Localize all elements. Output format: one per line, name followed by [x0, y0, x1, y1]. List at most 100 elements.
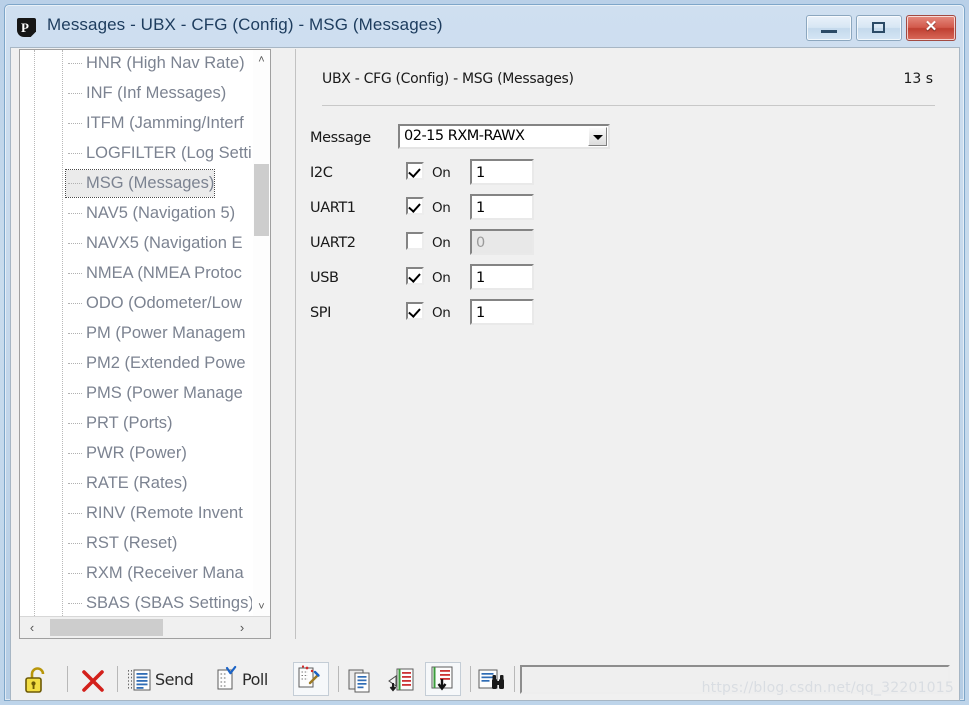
clear-button[interactable]	[77, 663, 109, 697]
tree-item-label: PWR (Power)	[86, 444, 187, 462]
minimize-button[interactable]	[806, 15, 852, 41]
tree-item[interactable]: RINV (Remote Invent	[66, 500, 243, 527]
tree-item[interactable]: HNR (High Nav Rate)	[66, 50, 245, 77]
scroll-up-icon[interactable]: ˄	[253, 52, 270, 69]
panel-divider	[322, 105, 935, 106]
port-row: SPI On	[310, 299, 943, 334]
tree-item[interactable]: ITFM (Jamming/Interf	[66, 110, 244, 137]
tree-branch-icon	[68, 303, 82, 304]
close-icon: ✕	[924, 18, 938, 35]
tree-item-label: RINV (Remote Invent	[86, 504, 243, 522]
export-list-button[interactable]	[425, 662, 461, 696]
tree-item-label: ITFM (Jamming/Interf	[86, 114, 244, 132]
message-select[interactable]: 02-15 RXM-RAWX	[398, 124, 610, 149]
port-rate-input[interactable]	[470, 299, 534, 325]
tree-item[interactable]: PMS (Power Manage	[66, 380, 243, 407]
import-list-button[interactable]	[385, 663, 417, 697]
horizontal-scroll-thumb[interactable]	[50, 619, 163, 636]
scroll-down-icon[interactable]: ˅	[253, 599, 270, 616]
port-label: UART2	[310, 235, 356, 251]
copy-documents-icon	[348, 669, 370, 693]
tree-item-label: LOGFILTER (Log Setti	[86, 144, 252, 162]
bottom-toolbar: Send Poll	[10, 659, 960, 701]
tree-branch-icon	[68, 363, 82, 364]
tree-vertical-scrollbar[interactable]: ˄ ˅	[252, 50, 270, 638]
list-binoculars-icon	[478, 669, 504, 689]
tree-item[interactable]: PRT (Ports)	[66, 410, 173, 437]
tree-item[interactable]: PM2 (Extended Powe	[66, 350, 246, 377]
tree-item[interactable]: RATE (Rates)	[66, 470, 187, 497]
maximize-icon	[872, 22, 885, 33]
tree-item-label: PMS (Power Manage	[86, 384, 243, 402]
send-document-icon	[128, 669, 151, 691]
port-label: SPI	[310, 305, 332, 321]
tree-item[interactable]: SBAS (SBAS Settings)	[66, 590, 254, 617]
tree-item[interactable]: NAVX5 (Navigation E	[66, 230, 243, 257]
document-wand-button[interactable]	[293, 662, 329, 696]
tree-item-label: PM (Power Managem	[86, 324, 246, 342]
port-label: I2C	[310, 165, 333, 181]
toolbar-separator	[117, 666, 118, 692]
list-binoculars-button[interactable]	[475, 663, 509, 697]
port-enable-checkbox[interactable]	[406, 232, 424, 250]
tree-item[interactable]: LOGFILTER (Log Setti	[66, 140, 252, 167]
on-label: On	[432, 235, 451, 251]
tree-item[interactable]: RST (Reset)	[66, 530, 177, 557]
send-button[interactable]: Send	[127, 663, 194, 697]
title-bar: P Messages - UBX - CFG (Config) - MSG (M…	[5, 5, 964, 47]
tree-item-label: RST (Reset)	[86, 534, 178, 552]
tree-horizontal-scrollbar[interactable]: ‹ ›	[20, 616, 270, 638]
close-button[interactable]: ✕	[906, 15, 956, 41]
window-frame: P Messages - UBX - CFG (Config) - MSG (M…	[4, 4, 965, 701]
message-row: Message 02-15 RXM-RAWX	[310, 124, 943, 159]
maximize-button[interactable]	[856, 15, 902, 41]
tree-branch-icon	[68, 513, 82, 514]
scroll-right-icon[interactable]: ›	[232, 617, 252, 638]
tree-branch-icon	[68, 93, 82, 94]
toolbar-separator	[514, 666, 515, 692]
copy-documents-button[interactable]	[345, 663, 377, 697]
tree-item[interactable]: INF (Inf Messages)	[66, 80, 226, 107]
tree-item[interactable]: PWR (Power)	[66, 440, 187, 467]
tree-item-label: INF (Inf Messages)	[86, 84, 227, 102]
port-enable-checkbox[interactable]	[406, 302, 424, 320]
toolbar-separator	[67, 666, 68, 692]
port-enable-checkbox[interactable]	[406, 162, 424, 180]
tree-branch-icon	[68, 183, 82, 184]
on-label: On	[432, 165, 451, 181]
tree-item-label: NAV5 (Navigation 5)	[86, 204, 236, 222]
port-rate-input[interactable]	[470, 194, 534, 220]
tree-branch-icon	[68, 483, 82, 484]
poll-button[interactable]: Poll	[214, 663, 268, 697]
port-row: UART1 On	[310, 194, 943, 229]
tree-item[interactable]: RXM (Receiver Mana	[66, 560, 244, 587]
port-rate-input[interactable]	[470, 264, 534, 290]
tree-item-label: PM2 (Extended Powe	[86, 354, 246, 372]
port-enable-checkbox[interactable]	[406, 267, 424, 285]
tree-branch-icon	[68, 243, 82, 244]
tree-branch-icon	[68, 213, 82, 214]
port-enable-checkbox[interactable]	[406, 197, 424, 215]
scroll-left-icon[interactable]: ‹	[22, 617, 42, 638]
tree-item[interactable]: ODO (Odometer/Low	[66, 290, 242, 317]
unlock-padlock-icon	[25, 667, 45, 693]
port-rate-input[interactable]	[470, 159, 534, 185]
chevron-down-icon[interactable]	[588, 127, 607, 146]
tree-item[interactable]: MSG (Messages)	[64, 169, 216, 198]
tree-guide-line	[62, 50, 63, 618]
message-label: Message	[310, 130, 371, 146]
tree-item[interactable]: PM (Power Managem	[66, 320, 246, 347]
unlock-button[interactable]	[21, 663, 55, 697]
tree-item[interactable]: NMEA (NMEA Protoc	[66, 260, 242, 287]
tree-item-label: MSG (Messages)	[86, 174, 215, 192]
command-input[interactable]	[520, 665, 950, 694]
tree-branch-icon	[68, 273, 82, 274]
tree-item-label: SBAS (SBAS Settings)	[86, 594, 254, 612]
config-tree-panel[interactable]: HNR (High Nav Rate) INF (Inf Messages) ITF…	[19, 49, 271, 639]
minimize-icon	[821, 30, 837, 33]
tree-item[interactable]: NAV5 (Navigation 5)	[66, 200, 235, 227]
toolbar-separator	[470, 666, 471, 692]
vertical-scroll-thumb[interactable]	[254, 164, 269, 236]
tree-item-label: RATE (Rates)	[86, 474, 188, 492]
port-row: USB On	[310, 264, 943, 299]
